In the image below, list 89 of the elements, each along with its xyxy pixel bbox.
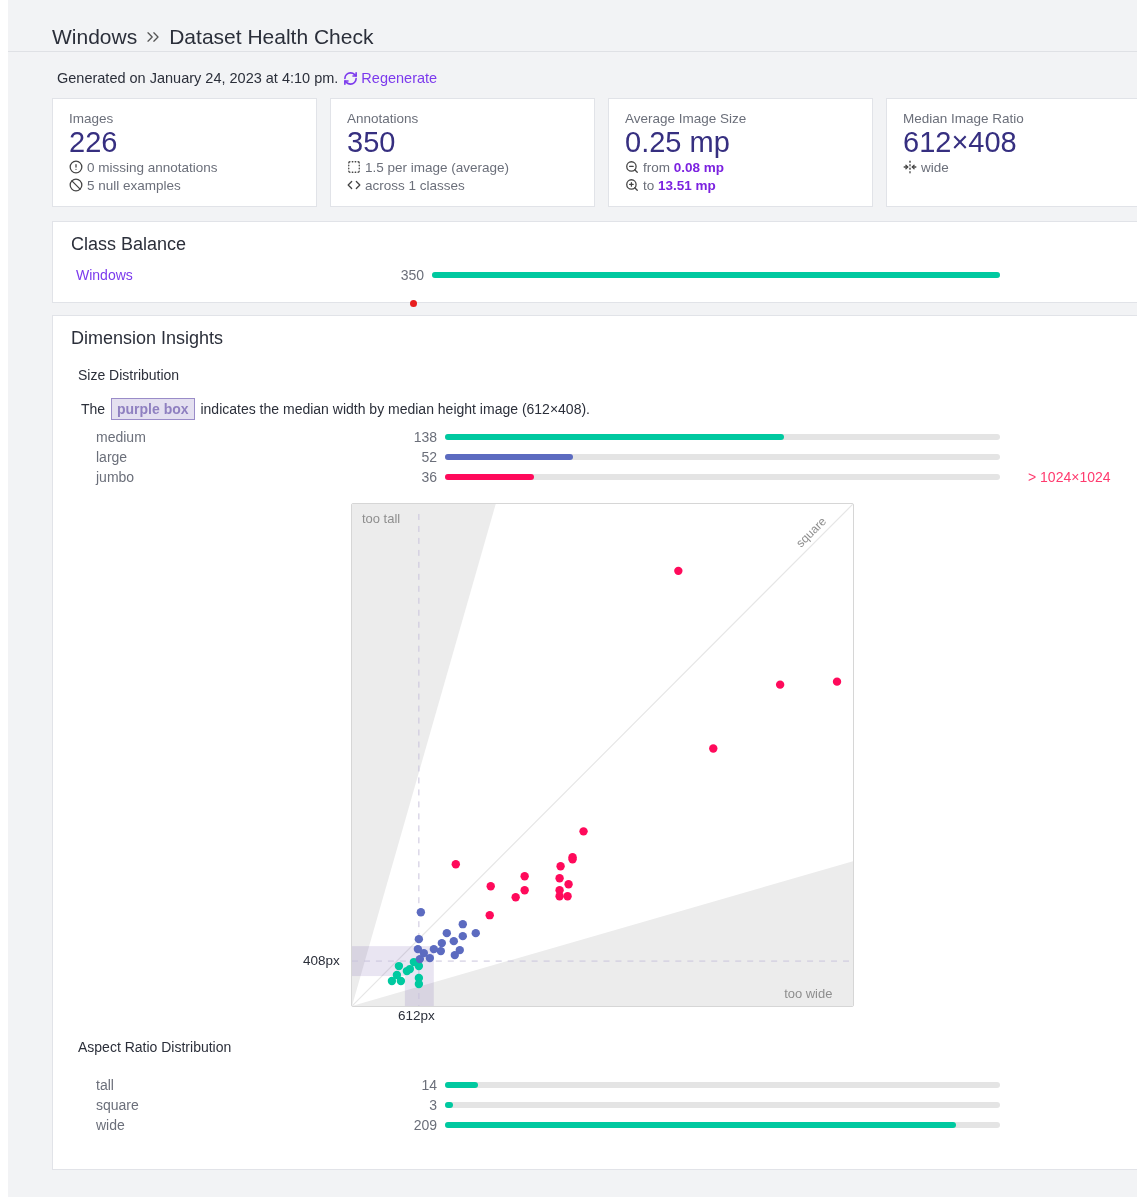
stat-detail: to 13.51 mp (643, 177, 716, 193)
count-label: 209 (412, 1117, 437, 1133)
data-point (674, 566, 683, 576)
count-label: 138 (412, 429, 437, 445)
size-label: jumbo (96, 470, 136, 484)
zoom-out-icon (625, 160, 639, 174)
count-label: 52 (420, 449, 437, 465)
data-point (520, 886, 529, 895)
data-point (775, 680, 785, 689)
arrows-inward-icon (903, 160, 917, 174)
data-point (413, 944, 423, 954)
refresh-icon (343, 70, 359, 86)
stat-label: Median Image Ratio (903, 111, 1025, 126)
data-point (555, 874, 564, 883)
data-point (416, 908, 426, 917)
stat-detail: across 1 classes (365, 177, 465, 193)
marker-dot (410, 300, 417, 307)
data-point (486, 882, 495, 891)
class-link[interactable]: Windows (71, 267, 384, 283)
data-point (450, 950, 459, 960)
threshold-note: > 1024×1024 (1028, 469, 1112, 485)
stat-value: 226 (69, 126, 119, 158)
data-point (437, 938, 446, 948)
data-point (563, 892, 572, 901)
median-height-label: 408px (303, 953, 340, 968)
data-point (387, 976, 397, 986)
stat-value: 0.25 mp (625, 126, 731, 158)
data-point (458, 931, 467, 941)
count-label: 3 (428, 1097, 437, 1113)
data-point (449, 936, 458, 946)
data-point (392, 970, 402, 980)
data-point (425, 953, 435, 963)
stat-value: 612×408 (903, 126, 1018, 158)
data-point (556, 862, 565, 871)
stat-label: Average Image Size (625, 111, 748, 126)
alert-icon (69, 160, 83, 174)
generated-text: Generated on January 24, 2023 at 4:10 pm. (57, 70, 339, 86)
median-width-label: 612px (398, 1008, 435, 1023)
stat-detail: 1.5 per image (average) (365, 159, 510, 175)
data-point (451, 860, 460, 869)
median-width-band (404, 976, 434, 1006)
null-icon (69, 178, 83, 192)
section-title: Class Balance (71, 234, 188, 255)
data-point (414, 979, 424, 989)
data-point (709, 744, 718, 753)
data-point (458, 919, 467, 929)
data-point (429, 944, 439, 954)
breadcrumb-link[interactable]: Windows (52, 24, 138, 49)
data-point (520, 872, 529, 881)
size-label: wide (96, 1118, 126, 1132)
size-label: square (96, 1098, 140, 1112)
code-icon (347, 178, 361, 192)
data-point (442, 928, 451, 938)
count-label: 350 (399, 267, 424, 283)
too-tall-label: too tall (362, 510, 401, 526)
stat-detail: from 0.08 mp (643, 159, 725, 175)
data-point (511, 893, 520, 902)
too-wide-label: too wide (784, 986, 833, 1001)
stat-value: 350 (347, 126, 397, 158)
data-point (414, 934, 424, 944)
stat-detail: wide (921, 159, 949, 175)
count-label: 14 (420, 1077, 437, 1093)
size-label: large (96, 450, 129, 464)
data-point (485, 911, 494, 920)
data-point (415, 954, 425, 964)
regenerate-link[interactable]: Regenerate (343, 70, 438, 86)
page-title: Dataset Health Check (169, 24, 374, 49)
zoom-in-icon (625, 178, 639, 192)
data-point (555, 892, 564, 901)
stat-detail: 5 null examples (87, 177, 181, 193)
data-point (396, 976, 406, 986)
count-label: 36 (420, 469, 437, 485)
data-point (564, 880, 573, 889)
data-point (471, 928, 480, 938)
size-label: tall (96, 1078, 115, 1092)
subsection-title: Aspect Ratio Distribution (78, 1039, 233, 1055)
section-title: Dimension Insights (71, 328, 225, 349)
data-point (419, 948, 429, 958)
stat-label: Annotations (347, 111, 420, 126)
stat-detail: 0 missing annotations (87, 159, 218, 175)
subsection-title: Size Distribution (78, 367, 181, 383)
size-label: medium (96, 430, 147, 444)
legend-text: The purple box indicates the median width by median height image (612×408). (81, 401, 1133, 417)
data-point (832, 677, 842, 686)
stat-label: Images (69, 111, 115, 126)
bounding-box-icon (347, 160, 361, 174)
data-point (436, 946, 445, 956)
data-point (579, 827, 588, 836)
data-point (394, 961, 404, 971)
